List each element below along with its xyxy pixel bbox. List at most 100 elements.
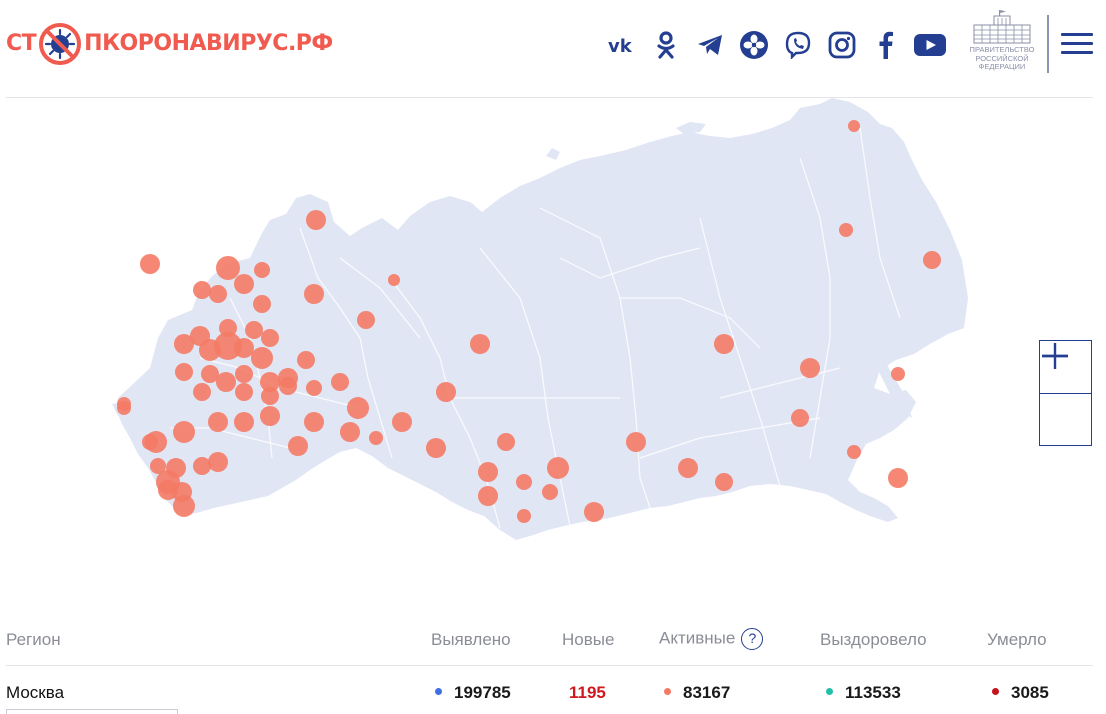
case-bubble[interactable]	[193, 281, 211, 299]
case-bubble[interactable]	[426, 438, 446, 458]
viber-link[interactable]	[776, 24, 820, 66]
case-bubble[interactable]	[714, 334, 734, 354]
case-bubble[interactable]	[626, 432, 646, 452]
case-bubble[interactable]	[234, 412, 254, 432]
case-bubble[interactable]	[209, 285, 227, 303]
header-recovered[interactable]: Выздоровело	[820, 630, 927, 650]
header-active-label: Активные	[659, 628, 736, 648]
yandex-zen-link[interactable]	[732, 24, 776, 66]
case-bubble[interactable]	[340, 422, 360, 442]
minus-icon	[1042, 354, 1068, 358]
case-bubble[interactable]	[235, 365, 253, 383]
case-bubble[interactable]	[478, 486, 498, 506]
header-died[interactable]: Умерло	[987, 630, 1047, 650]
case-bubble[interactable]	[517, 509, 531, 523]
case-bubble[interactable]	[279, 377, 297, 395]
case-bubble[interactable]	[542, 484, 558, 500]
case-bubble[interactable]	[891, 367, 905, 381]
case-bubble[interactable]	[678, 458, 698, 478]
case-bubble[interactable]	[261, 387, 279, 405]
case-bubble[interactable]	[235, 383, 253, 401]
case-bubble[interactable]	[392, 412, 412, 432]
case-bubble[interactable]	[175, 363, 193, 381]
case-bubble[interactable]	[297, 351, 315, 369]
died-dot	[992, 688, 999, 696]
case-bubble[interactable]	[208, 412, 228, 432]
case-bubble[interactable]	[216, 372, 236, 392]
case-bubble[interactable]	[547, 457, 569, 479]
header-new[interactable]: Новые	[562, 630, 614, 650]
region-stats-table: Регион Выявлено Новые Активные? Выздоров…	[6, 616, 1093, 666]
case-bubble[interactable]	[245, 321, 263, 339]
case-bubble[interactable]	[369, 431, 383, 445]
case-bubble[interactable]	[497, 433, 515, 451]
case-bubble[interactable]	[791, 409, 809, 427]
hamburger-icon-bar	[1061, 42, 1093, 45]
case-bubble[interactable]	[436, 382, 456, 402]
case-bubble[interactable]	[140, 254, 160, 274]
row-recovered-value: 113533	[845, 683, 901, 702]
case-bubble[interactable]	[174, 334, 194, 354]
case-bubble[interactable]	[388, 274, 400, 286]
menu-button[interactable]	[1061, 33, 1093, 57]
case-bubble[interactable]	[219, 319, 237, 337]
odnoklassniki-link[interactable]	[644, 24, 688, 66]
case-bubble[interactable]	[142, 434, 158, 450]
header-active[interactable]: Активные?	[659, 628, 764, 650]
russia-map-canvas[interactable]	[0, 98, 1106, 598]
help-icon[interactable]: ?	[741, 628, 764, 650]
case-bubble[interactable]	[304, 412, 324, 432]
case-bubble[interactable]	[304, 284, 324, 304]
case-bubble[interactable]	[923, 251, 941, 269]
site-logo[interactable]: СТ ПКОРОНАВИРУС .РФ	[6, 22, 333, 66]
case-bubble[interactable]	[260, 406, 280, 426]
case-bubble[interactable]	[357, 311, 375, 329]
facebook-link[interactable]	[864, 24, 908, 66]
case-bubble[interactable]	[208, 452, 228, 472]
case-bubble[interactable]	[173, 495, 195, 517]
case-bubble[interactable]	[848, 120, 860, 132]
case-bubble[interactable]	[254, 262, 270, 278]
case-bubble[interactable]	[306, 210, 326, 230]
vk-link[interactable]: vk	[600, 24, 644, 66]
case-bubble[interactable]	[173, 421, 195, 443]
case-bubble[interactable]	[234, 338, 254, 358]
case-bubble[interactable]	[584, 502, 604, 522]
instagram-link[interactable]	[820, 24, 864, 66]
case-bubble[interactable]	[470, 334, 490, 354]
case-bubble[interactable]	[158, 480, 178, 500]
case-bubble[interactable]	[117, 397, 131, 411]
svg-text:vk: vk	[608, 36, 633, 54]
case-bubble[interactable]	[478, 462, 498, 482]
case-bubble[interactable]	[839, 223, 853, 237]
table-header: Регион Выявлено Новые Активные? Выздоров…	[6, 616, 1093, 666]
case-bubble[interactable]	[347, 397, 369, 419]
case-bubble[interactable]	[800, 358, 820, 378]
row-detected-value: 199785	[454, 683, 511, 702]
government-logo[interactable]: ПРАВИТЕЛЬСТВО РОССИЙСКОЙ ФЕДЕРАЦИИ	[966, 10, 1038, 74]
case-bubble[interactable]	[715, 473, 733, 491]
case-bubble[interactable]	[261, 329, 279, 347]
row-died-value: 3085	[1011, 683, 1049, 702]
header-detected[interactable]: Выявлено	[431, 630, 511, 650]
case-bubble[interactable]	[306, 380, 322, 396]
case-bubble[interactable]	[516, 474, 532, 490]
case-bubble[interactable]	[288, 436, 308, 456]
map-zoom-controls	[1039, 340, 1092, 446]
case-bubble[interactable]	[331, 373, 349, 391]
zoom-out-button[interactable]	[1040, 354, 1091, 445]
case-bubble[interactable]	[216, 256, 240, 280]
row-detected: 199785	[435, 683, 511, 703]
case-bubble[interactable]	[234, 274, 254, 294]
russia-map[interactable]	[0, 98, 1106, 598]
telegram-link[interactable]	[688, 24, 732, 66]
case-bubble[interactable]	[251, 347, 273, 369]
case-bubble[interactable]	[888, 468, 908, 488]
header-region[interactable]: Регион	[6, 630, 61, 650]
case-bubble[interactable]	[253, 295, 271, 313]
case-bubble[interactable]	[847, 445, 861, 459]
youtube-link[interactable]	[908, 24, 952, 66]
telegram-icon	[698, 35, 722, 55]
odnoklassniki-icon	[657, 31, 675, 59]
case-bubble[interactable]	[193, 383, 211, 401]
